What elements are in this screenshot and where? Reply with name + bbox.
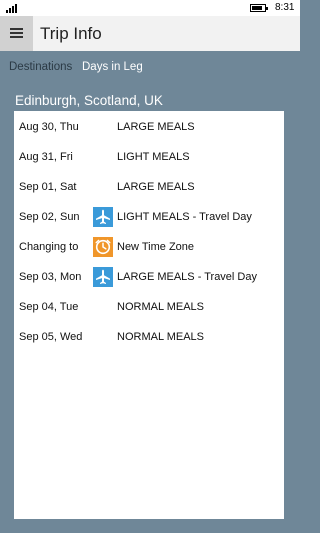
day-date: Sep 05, Wed xyxy=(19,331,83,343)
status-time: 8:31 xyxy=(275,2,295,13)
day-row[interactable]: Aug 30, Thu LARGE MEALS xyxy=(14,114,284,144)
day-row[interactable]: Aug 31, Fri LIGHT MEALS xyxy=(14,144,284,174)
app-header: Trip Info xyxy=(0,16,300,51)
airplane-icon xyxy=(93,207,113,227)
day-row[interactable]: Sep 01, Sat LARGE MEALS xyxy=(14,174,284,204)
day-meal-status: LARGE MEALS - Travel Day xyxy=(117,271,257,283)
clock-icon xyxy=(93,237,113,257)
status-bar: 8:31 xyxy=(0,0,300,16)
airplane-icon xyxy=(93,267,113,287)
day-date: Changing to xyxy=(19,241,79,253)
signal-strength-icon xyxy=(6,4,20,13)
tab-destinations[interactable]: Destinations xyxy=(9,61,72,73)
day-meal-status: NORMAL MEALS xyxy=(117,301,205,313)
day-meal-status: LIGHT MEALS xyxy=(117,151,190,163)
day-date: Aug 30, Thu xyxy=(19,121,79,133)
day-row[interactable]: Sep 04, Tue NORMAL MEALS xyxy=(14,294,284,324)
day-date: Sep 02, Sun xyxy=(19,211,80,223)
page-title: Trip Info xyxy=(40,24,102,43)
location-title: Edinburgh, Scotland, UK xyxy=(15,93,163,108)
hamburger-icon xyxy=(10,28,23,30)
day-meal-status: NORMAL MEALS xyxy=(117,331,205,343)
day-meal-status: LARGE MEALS xyxy=(117,121,195,133)
day-date: Sep 04, Tue xyxy=(19,301,79,313)
pivot-tabs: Destinations Days in Leg xyxy=(0,51,300,85)
day-date: Sep 01, Sat xyxy=(19,181,77,193)
day-row[interactable]: Sep 03, Mon LARGE MEALS - Travel Day xyxy=(14,264,284,294)
day-meal-status: LIGHT MEALS - Travel Day xyxy=(117,211,252,223)
hamburger-menu-button[interactable] xyxy=(0,16,33,51)
day-row[interactable]: Sep 05, Wed NORMAL MEALS xyxy=(14,324,284,354)
day-date: Sep 03, Mon xyxy=(19,271,82,283)
day-meal-status: LARGE MEALS xyxy=(117,181,195,193)
battery-icon xyxy=(250,4,268,12)
tab-days-in-leg[interactable]: Days in Leg xyxy=(82,61,143,73)
day-meal-status: New Time Zone xyxy=(117,241,195,253)
day-date: Aug 31, Fri xyxy=(19,151,73,163)
day-row[interactable]: Changing to New Time Zone xyxy=(14,234,284,264)
day-row[interactable]: Sep 02, Sun LIGHT MEALS - Travel Day xyxy=(14,204,284,234)
days-list: Aug 30, Thu LARGE MEALS Aug 31, Fri LIGH… xyxy=(14,111,284,519)
